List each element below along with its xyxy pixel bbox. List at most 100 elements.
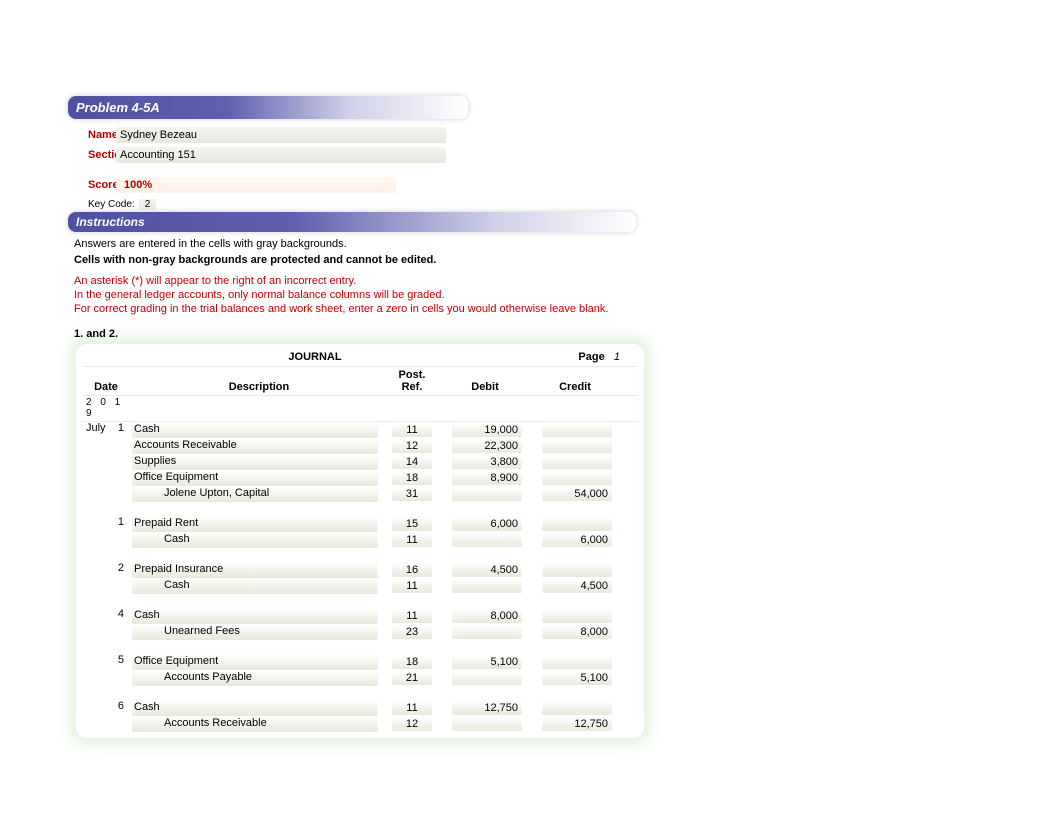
entry-description[interactable]: Cash (132, 422, 378, 438)
entry-month (82, 532, 110, 548)
entry-credit[interactable] (542, 655, 612, 669)
name-label: Name: (68, 129, 116, 141)
entry-description[interactable]: Prepaid Rent (132, 516, 378, 532)
journal-headers: Date Description Post. Ref. Debit Credit (82, 367, 638, 396)
entry-description[interactable]: Cash (132, 578, 378, 594)
entry-ref-cell: 12 (384, 438, 440, 454)
entry-debit[interactable]: 22,300 (452, 439, 522, 453)
entry-description[interactable]: Jolene Upton, Capital (132, 486, 378, 502)
entry-debit[interactable]: 8,000 (452, 609, 522, 623)
entry-debit-cell: 5,100 (440, 654, 530, 670)
keycode-row: Key Code: 2 (68, 199, 638, 210)
entry-month (82, 716, 110, 732)
col-date: Date (82, 381, 130, 393)
entry-credit[interactable] (542, 471, 612, 485)
entry-description[interactable]: Office Equipment (132, 470, 378, 486)
entry-debit[interactable] (452, 579, 522, 593)
entry-post-ref[interactable]: 31 (392, 487, 432, 501)
entry-ref-cell: 15 (384, 516, 440, 532)
section-input[interactable]: Accounting 151 (116, 147, 446, 163)
keycode-input[interactable]: 2 (139, 199, 157, 210)
entry-description[interactable]: Accounts Receivable (132, 716, 378, 732)
entry-month (82, 608, 110, 624)
entry-debit[interactable] (452, 533, 522, 547)
entry-credit-cell: 12,750 (530, 716, 620, 732)
instructions-title: Instructions (76, 215, 145, 229)
entry-post-ref[interactable]: 11 (392, 701, 432, 715)
entry-ref-cell: 16 (384, 562, 440, 578)
entry-debit[interactable]: 6,000 (452, 517, 522, 531)
instruction-text: Answers are entered in the cells with gr… (68, 232, 636, 320)
inst-line3: An asterisk (*) will appear to the right… (74, 274, 630, 288)
entry-credit[interactable] (542, 609, 612, 623)
entry-debit[interactable]: 8,900 (452, 471, 522, 485)
entry-post-ref[interactable]: 15 (392, 517, 432, 531)
col-post: Post. (384, 369, 440, 381)
journal-entry-row: 5Office Equipment 18 5,100 (82, 654, 638, 670)
entry-debit[interactable]: 3,800 (452, 455, 522, 469)
entry-description[interactable]: Unearned Fees (132, 624, 378, 640)
entry-debit-cell (440, 716, 530, 732)
entry-post-ref[interactable]: 12 (392, 439, 432, 453)
entry-debit[interactable] (452, 717, 522, 731)
entry-credit[interactable]: 6,000 (542, 533, 612, 547)
entry-post-ref[interactable]: 11 (392, 609, 432, 623)
entry-post-ref[interactable]: 21 (392, 671, 432, 685)
entry-post-ref[interactable]: 12 (392, 717, 432, 731)
entry-post-ref[interactable]: 23 (392, 625, 432, 639)
entry-desc-cell: Cash (130, 532, 384, 548)
entry-credit[interactable] (542, 701, 612, 715)
entry-post-ref[interactable]: 11 (392, 423, 432, 437)
step-label: 1. and 2. (68, 320, 638, 348)
entry-post-ref[interactable]: 11 (392, 579, 432, 593)
entry-credit[interactable] (542, 563, 612, 577)
entry-description[interactable]: Prepaid Insurance (132, 562, 378, 578)
entry-description[interactable]: Office Equipment (132, 654, 378, 670)
entry-description[interactable]: Cash (132, 608, 378, 624)
entry-credit-cell (530, 516, 620, 532)
entry-description[interactable]: Cash (132, 700, 378, 716)
entry-credit[interactable] (542, 517, 612, 531)
entry-debit-cell: 22,300 (440, 438, 530, 454)
inst-line5: For correct grading in the trial balance… (74, 302, 630, 316)
entry-description[interactable]: Accounts Payable (132, 670, 378, 686)
entry-post-ref[interactable]: 18 (392, 655, 432, 669)
journal-page: Page 1 (548, 351, 638, 363)
journal-entry-row: Jolene Upton, Capital 31 54,000 (82, 486, 638, 502)
entry-description[interactable]: Cash (132, 532, 378, 548)
entry-ref-cell: 21 (384, 670, 440, 686)
entry-credit[interactable] (542, 439, 612, 453)
entry-debit[interactable] (452, 671, 522, 685)
name-input[interactable]: Sydney Bezeau (116, 127, 446, 143)
entry-credit[interactable]: 8,000 (542, 625, 612, 639)
entry-post-ref[interactable]: 14 (392, 455, 432, 469)
entry-credit[interactable] (542, 423, 612, 437)
entry-desc-cell: Prepaid Rent (130, 516, 384, 532)
entry-post-ref[interactable]: 16 (392, 563, 432, 577)
entry-debit-cell: 6,000 (440, 516, 530, 532)
entry-debit-cell (440, 486, 530, 502)
entry-credit[interactable]: 54,000 (542, 487, 612, 501)
entry-description[interactable]: Accounts Receivable (132, 438, 378, 454)
entry-debit[interactable]: 4,500 (452, 563, 522, 577)
entry-credit[interactable]: 4,500 (542, 579, 612, 593)
entry-desc-cell: Prepaid Insurance (130, 562, 384, 578)
entry-debit[interactable]: 5,100 (452, 655, 522, 669)
entry-credit-cell (530, 700, 620, 716)
journal-entry-row: July1Cash1119,000 (82, 422, 638, 438)
entry-debit[interactable] (452, 487, 522, 501)
entry-credit[interactable]: 12,750 (542, 717, 612, 731)
entry-debit[interactable] (452, 625, 522, 639)
entry-post-ref[interactable]: 11 (392, 533, 432, 547)
entry-debit[interactable]: 19,000 (452, 423, 522, 437)
keycode-label: Key Code: (68, 199, 135, 210)
entry-debit[interactable]: 12,750 (452, 701, 522, 715)
entry-credit[interactable]: 5,100 (542, 671, 612, 685)
page-label: Page (578, 351, 604, 363)
entry-post-ref[interactable]: 18 (392, 471, 432, 485)
entry-day: 5 (110, 654, 130, 670)
inst-line2: Cells with non-gray backgrounds are prot… (74, 252, 630, 268)
entry-credit[interactable] (542, 455, 612, 469)
section-row: Section: Accounting 151 (68, 145, 638, 165)
entry-description[interactable]: Supplies (132, 454, 378, 470)
